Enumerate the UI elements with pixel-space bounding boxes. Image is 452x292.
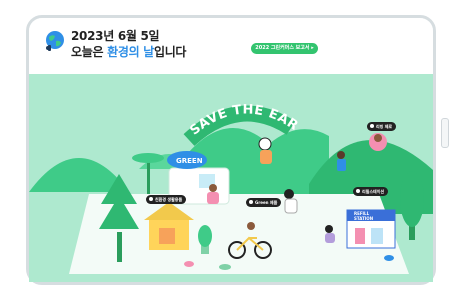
map-pin-zero-living[interactable]: 리빙 제로	[367, 122, 397, 131]
map-pin-eco-goods[interactable]: 친환경 생활용품	[146, 195, 187, 204]
page-title: 오늘은 환경의 날입니다	[71, 43, 186, 60]
title-suffix: 입니다	[153, 45, 187, 59]
svg-text:STATION: STATION	[354, 216, 373, 221]
map-pin-green-products[interactable]: Green 제품	[246, 198, 282, 207]
tablet-side-button	[441, 118, 449, 148]
green-shop-sign: GREEN	[176, 157, 203, 165]
title-highlight: 환경의 날	[107, 45, 154, 59]
map-pin-refill-station[interactable]: 리필스테이션	[353, 187, 389, 196]
title-prefix: 오늘은	[71, 45, 108, 59]
report-button[interactable]: 2022 그린커머스 보고서 ▸	[251, 43, 318, 54]
earth-icon	[46, 31, 64, 51]
page-date: 2023년 6월 5일	[71, 29, 160, 43]
eco-illustration: SAVE THE EARTH GREEN REFILL STATION	[29, 74, 433, 282]
refill-station: REFILL STATION	[346, 209, 396, 249]
